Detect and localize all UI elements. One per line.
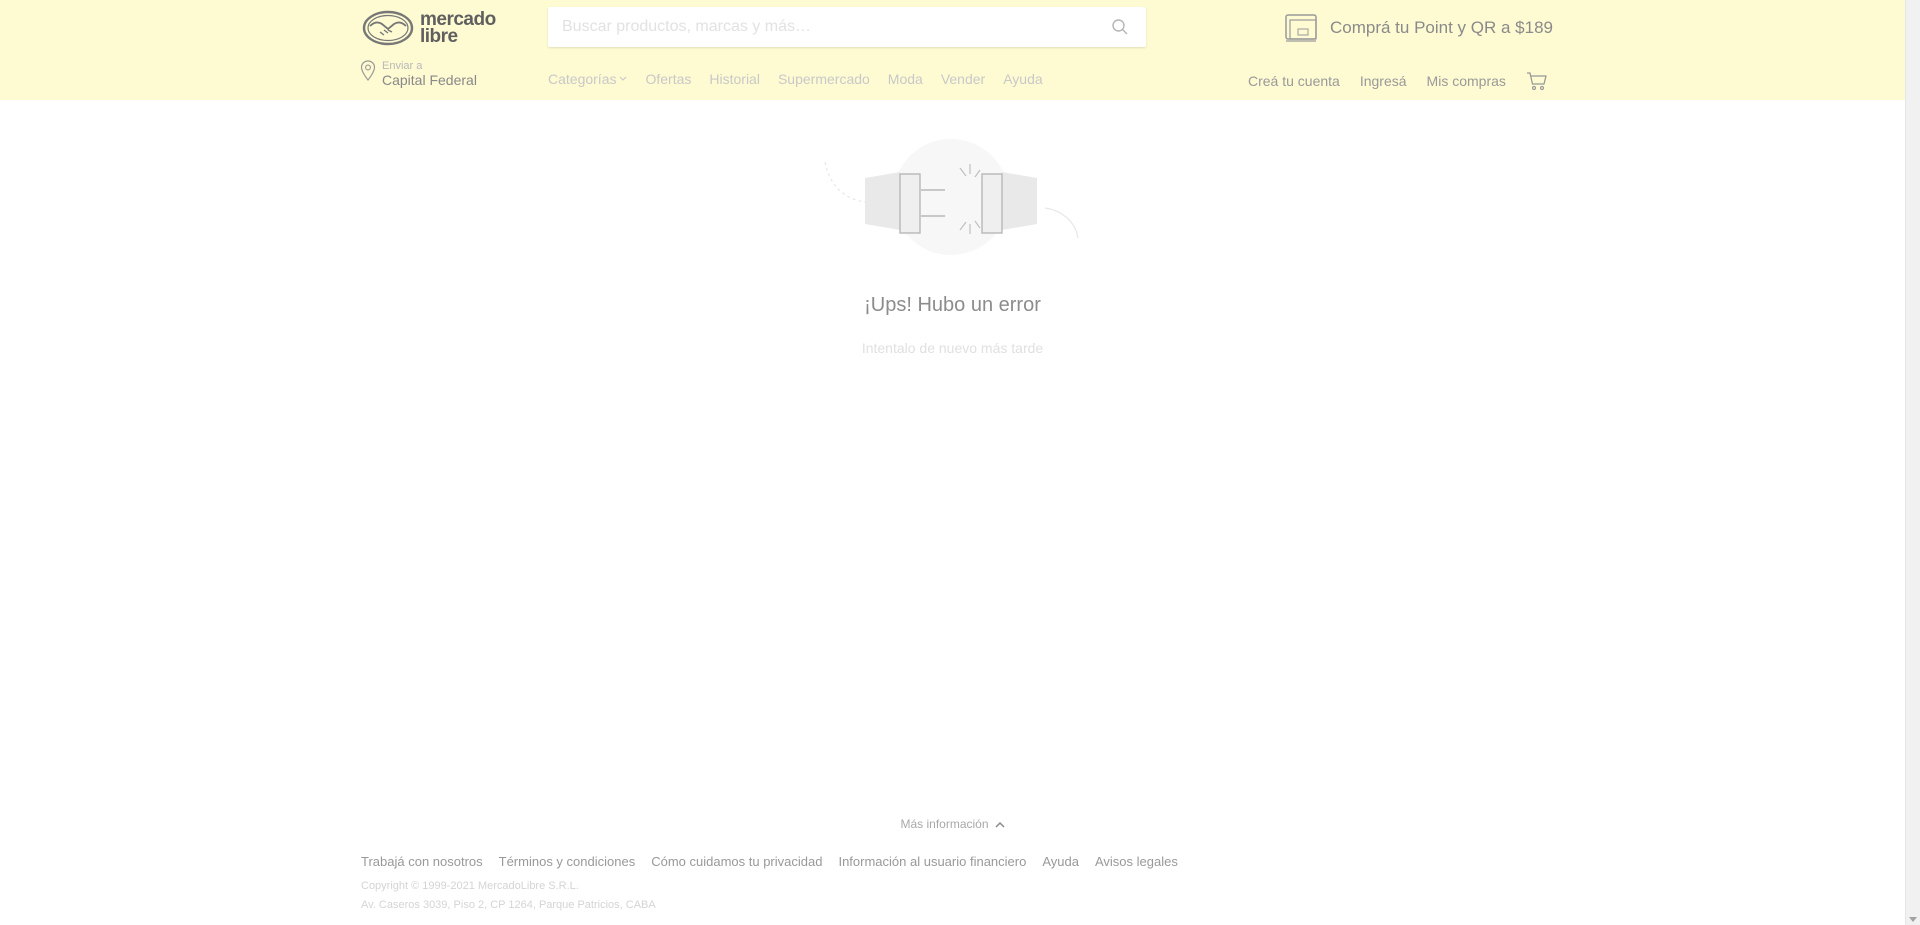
search-input[interactable] [548, 7, 1088, 47]
nav-ofertas[interactable]: Ofertas [645, 71, 691, 87]
promo-banner[interactable]: Comprá tu Point y QR a $189 [1284, 12, 1553, 44]
footer-link-privacidad[interactable]: Cómo cuidamos tu privacidad [651, 854, 822, 869]
cart-icon [1526, 72, 1547, 91]
location-value: Capital Federal [382, 72, 477, 88]
header: mercado libre Comprá tu Point y QR a $18… [0, 0, 1905, 100]
more-info-label: Más información [900, 817, 989, 831]
nav-vender[interactable]: Vender [941, 71, 985, 87]
logo-text: mercado libre [420, 10, 510, 47]
chevron-up-icon [994, 821, 1005, 828]
nav-historial[interactable]: Historial [709, 71, 760, 87]
footer-link-ayuda[interactable]: Ayuda [1042, 854, 1079, 869]
nav-moda[interactable]: Moda [888, 71, 923, 87]
logo-line2: libre [420, 26, 458, 47]
user-nav: Creá tu cuenta Ingresá Mis compras [1248, 71, 1548, 91]
my-purchases-link[interactable]: Mis compras [1427, 73, 1506, 89]
location-selector[interactable]: Enviar a Capital Federal [360, 60, 477, 88]
scroll-down-arrow[interactable] [1909, 917, 1917, 922]
nav-supermercado[interactable]: Supermercado [778, 71, 870, 87]
nav-ayuda[interactable]: Ayuda [1003, 71, 1042, 87]
login-link[interactable]: Ingresá [1360, 73, 1407, 89]
disconnected-plug-icon [824, 139, 1079, 255]
create-account-link[interactable]: Creá tu cuenta [1248, 73, 1340, 89]
nav-categorias[interactable]: Categorías [548, 71, 627, 87]
main-nav: Categorías Ofertas Historial Supermercad… [548, 71, 1061, 87]
vertical-scrollbar[interactable] [1905, 0, 1920, 925]
location-pin-icon [360, 60, 376, 81]
error-subtitle: Intentalo de nuevo más tarde [861, 340, 1044, 356]
location-label: Enviar a [382, 60, 423, 72]
footer-links: Trabajá con nosotros Términos y condicio… [361, 854, 1194, 869]
point-device-icon [1285, 14, 1317, 42]
copyright-text: Copyright © 1999-2021 MercadoLibre S.R.L… [361, 880, 579, 892]
handshake-logo-icon [362, 10, 414, 46]
search-button[interactable] [1094, 7, 1146, 47]
search-icon [1112, 19, 1128, 35]
footer-link-terminos[interactable]: Términos y condiciones [499, 854, 636, 869]
mercadolibre-logo[interactable]: mercado libre [362, 10, 510, 46]
footer-link-trabaja[interactable]: Trabajá con nosotros [361, 854, 483, 869]
promo-text: Comprá tu Point y QR a $189 [1330, 18, 1554, 37]
cart-button[interactable] [1526, 71, 1548, 91]
more-info-toggle[interactable]: Más información [0, 817, 1905, 831]
footer-link-avisos-legales[interactable]: Avisos legales [1095, 854, 1178, 869]
address-text: Av. Caseros 3039, Piso 2, CP 1264, Parqu… [361, 899, 656, 911]
footer-link-info-financiero[interactable]: Información al usuario financiero [838, 854, 1026, 869]
nav-categorias-label: Categorías [548, 71, 617, 87]
copyright-block: Copyright © 1999-2021 MercadoLibre S.R.L… [361, 877, 656, 915]
search-box [548, 7, 1146, 47]
chevron-down-icon [620, 76, 627, 81]
error-title: ¡Ups! Hubo un error [864, 294, 1041, 316]
